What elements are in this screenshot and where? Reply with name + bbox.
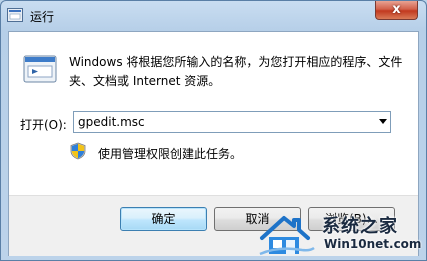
- chevron-down-icon[interactable]: [379, 119, 387, 124]
- watermark: 系统之家 Win10net.com: [258, 204, 427, 261]
- watermark-title: 系统之家: [322, 216, 398, 237]
- close-icon: x: [392, 2, 401, 17]
- watermark-url: Win10net.com: [324, 237, 422, 251]
- window-title: 运行: [30, 10, 55, 24]
- open-combobox[interactable]: [73, 111, 391, 133]
- ok-button[interactable]: 确定: [120, 207, 207, 231]
- open-label: 打开(O):: [20, 118, 67, 132]
- open-input[interactable]: [78, 114, 368, 130]
- title-bar[interactable]: 运行 x: [1, 1, 426, 31]
- close-button[interactable]: x: [375, 1, 418, 20]
- uac-shield-icon: [70, 142, 86, 160]
- dialog-description: Windows 将根据您所输入的名称，为您打开相应的程序、文件夹、文档或 Int…: [69, 55, 403, 88]
- run-dialog-icon: [7, 8, 23, 22]
- admin-note: 使用管理权限创建此任务。: [98, 147, 243, 161]
- run-icon: [23, 55, 57, 83]
- house-logo-icon: [259, 216, 315, 256]
